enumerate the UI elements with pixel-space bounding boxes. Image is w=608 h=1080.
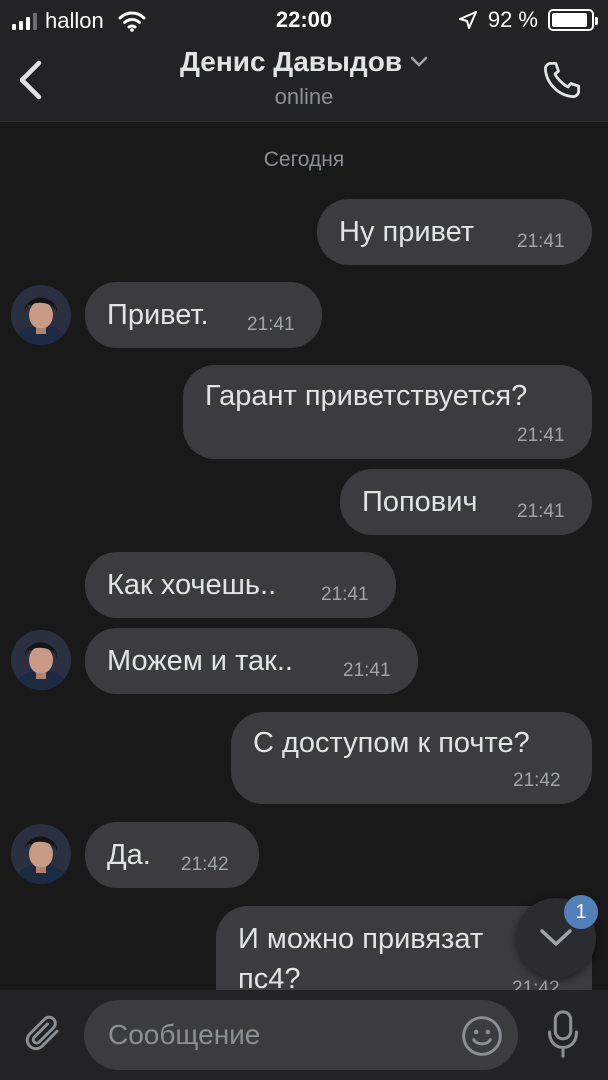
avatar-image [11, 285, 71, 345]
message-time: 21:41 [517, 425, 565, 446]
contact-menu-toggle[interactable]: Денис Давыдов [180, 46, 428, 78]
message-text: С доступом к почте? [253, 727, 530, 759]
contact-avatar[interactable] [11, 285, 71, 345]
contact-title: Денис Давыдов online [0, 46, 608, 110]
message-time: 21:42 [181, 854, 229, 875]
message-text-line1: И можно привязат [238, 923, 484, 955]
message-bubble-incoming[interactable]: Можем и так.. 21:41 [85, 628, 418, 694]
chevron-down-icon [540, 929, 572, 946]
message-text: Ну привет [339, 216, 475, 248]
status-bar: hallon 22:00 92 % [0, 0, 608, 40]
voice-message-button[interactable] [538, 1006, 588, 1062]
message-text: Как хочешь.. [107, 569, 277, 601]
contact-name: Денис Давыдов [179, 46, 403, 77]
message-time: 21:41 [517, 501, 565, 522]
message-time: 21:41 [247, 314, 295, 335]
message-bubble-incoming[interactable]: Да. 21:42 [85, 822, 259, 888]
message-time: 21:42 [512, 978, 560, 990]
avatar-image [11, 824, 71, 884]
contact-status: online [274, 84, 334, 109]
message-text-line2: пс4? [238, 963, 301, 990]
status-right: 92 % [458, 7, 598, 33]
avatar-image [11, 630, 71, 690]
contact-avatar[interactable] [11, 630, 71, 690]
battery-icon [548, 9, 598, 31]
message-time: 21:41 [517, 231, 565, 252]
chat-header: Денис Давыдов online [0, 40, 608, 122]
message-composer [0, 990, 608, 1080]
microphone-icon [548, 1010, 578, 1058]
paperclip-icon [25, 1015, 59, 1051]
message-text: Попович [362, 486, 478, 518]
call-button[interactable] [538, 56, 586, 104]
date-separator: Сегодня [263, 148, 345, 171]
message-time: 21:41 [321, 584, 369, 605]
message-list[interactable]: Сегодня Ну привет 21:41 Привет. 21:41 Га… [0, 122, 608, 990]
message-text: Привет. [107, 299, 209, 331]
message-input[interactable] [84, 1000, 518, 1070]
battery-percent: 92 % [487, 7, 538, 32]
phone-icon [543, 61, 581, 99]
message-text: Да. [107, 839, 151, 871]
location-arrow-icon [458, 11, 477, 29]
message-bubble-outgoing[interactable]: С доступом к почте? 21:42 [231, 712, 592, 804]
message-bubble-outgoing[interactable]: Ну привет 21:41 [317, 199, 592, 265]
smiley-icon [462, 1016, 502, 1056]
message-time: 21:41 [343, 660, 391, 681]
message-bubble-incoming[interactable]: Привет. 21:41 [85, 282, 322, 348]
unread-count-badge: 1 [564, 895, 598, 929]
attach-button[interactable] [18, 1008, 68, 1058]
message-bubble-outgoing[interactable]: Попович 21:41 [340, 469, 592, 535]
message-bubble-incoming[interactable]: Как хочешь.. 21:41 [85, 552, 396, 618]
contact-avatar[interactable] [11, 824, 71, 884]
message-bubble-outgoing[interactable]: Гарант приветствуется? 21:41 [183, 365, 592, 459]
message-text: Гарант приветствуется? [205, 380, 528, 412]
message-time: 21:42 [513, 770, 561, 791]
chevron-down-icon [410, 56, 428, 67]
message-text: Можем и так.. [107, 645, 293, 677]
emoji-button[interactable] [459, 1013, 505, 1059]
battery-fill [552, 13, 587, 27]
